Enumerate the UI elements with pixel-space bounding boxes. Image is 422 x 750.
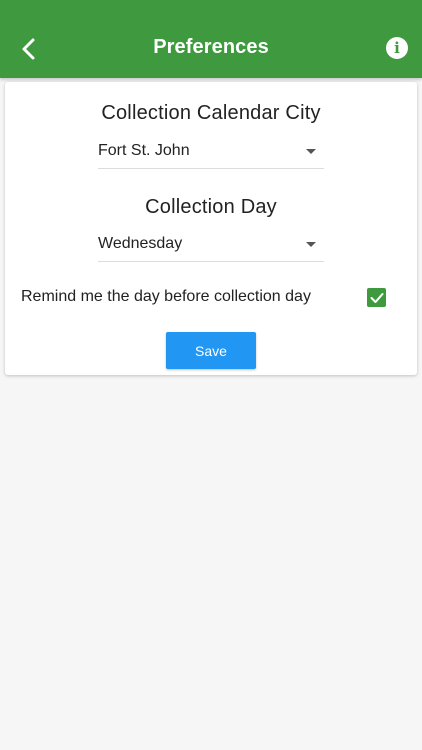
dropdown-arrow-icon: [306, 149, 316, 154]
city-dropdown[interactable]: Fort St. John: [98, 134, 324, 169]
city-section-title: Collection Calendar City: [101, 102, 321, 124]
remind-checkbox[interactable]: [367, 288, 386, 307]
city-dropdown-value: Fort St. John: [98, 142, 190, 159]
dropdown-arrow-icon: [306, 242, 316, 247]
app-screen: Preferences i Collection Calendar City F…: [0, 0, 422, 750]
remind-label: Remind me the day before collection day: [21, 288, 311, 305]
checkmark-icon: [370, 292, 383, 303]
day-dropdown[interactable]: Wednesday: [98, 227, 324, 262]
info-button[interactable]: i: [386, 37, 408, 59]
preferences-card: Collection Calendar City Fort St. John C…: [5, 82, 417, 375]
info-icon: i: [394, 38, 400, 57]
save-button[interactable]: Save: [166, 332, 256, 369]
page-title: Preferences: [153, 36, 269, 58]
day-dropdown-value: Wednesday: [98, 235, 183, 252]
day-section-title: Collection Day: [145, 196, 277, 218]
app-bar: Preferences i: [0, 0, 422, 78]
